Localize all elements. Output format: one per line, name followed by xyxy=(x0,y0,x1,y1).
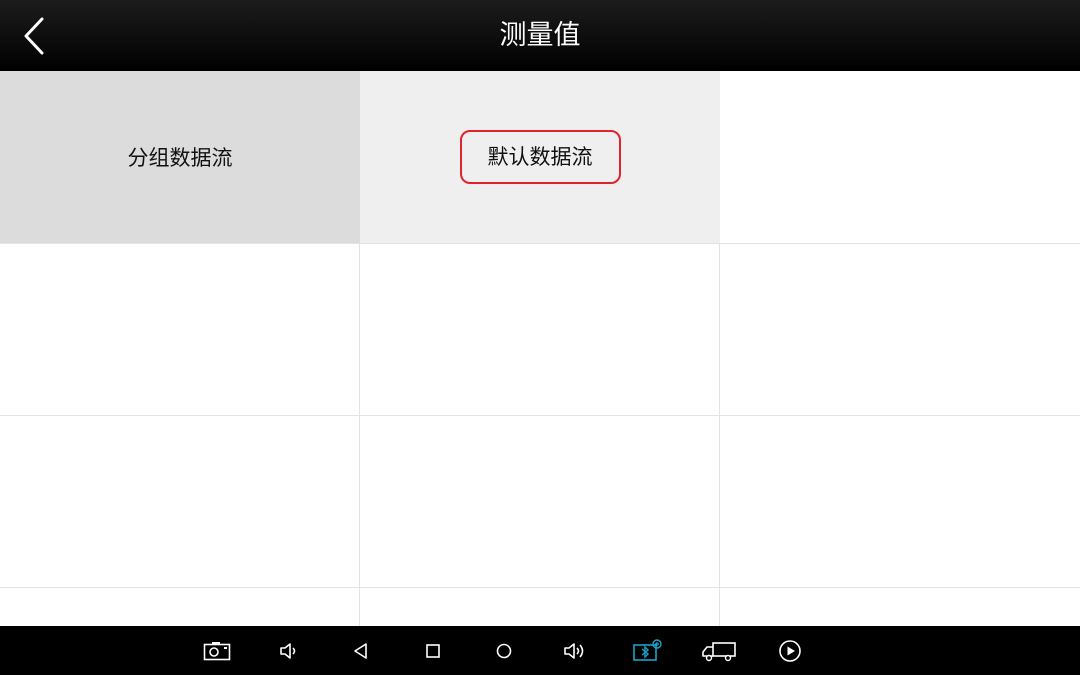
menu-item-empty xyxy=(720,244,1080,415)
menu-grid: 分组数据流 默认数据流 xyxy=(0,71,1080,626)
menu-item-empty xyxy=(360,588,720,626)
back-button[interactable] xyxy=(10,10,58,62)
chevron-left-icon xyxy=(24,17,44,55)
menu-item-empty xyxy=(360,244,720,415)
menu-item-label: 默认数据流 xyxy=(487,145,593,169)
back-triangle-icon xyxy=(354,642,367,659)
column-divider xyxy=(359,243,360,626)
nav-recent-button[interactable] xyxy=(484,626,524,675)
play-icon xyxy=(779,639,801,662)
screenshot-icon xyxy=(203,641,231,660)
vci-connection-button[interactable] xyxy=(627,626,667,675)
row-divider xyxy=(0,415,1080,416)
title-bar: 测量值 xyxy=(0,0,1080,71)
truck-icon xyxy=(702,641,736,661)
row-divider xyxy=(0,587,1080,588)
menu-item-empty xyxy=(0,416,360,587)
menu-item-grouped-data-stream[interactable]: 分组数据流 xyxy=(0,71,360,243)
play-button[interactable] xyxy=(770,626,810,675)
menu-item-label: 分组数据流 xyxy=(127,146,233,170)
system-nav-bar xyxy=(0,626,1080,675)
screenshot-button[interactable] xyxy=(197,626,237,675)
menu-item-empty xyxy=(0,588,360,626)
vehicle-button[interactable] xyxy=(699,626,739,675)
page-title: 测量值 xyxy=(499,20,581,51)
highlight-annotation: 默认数据流 xyxy=(459,130,621,184)
menu-item-default-data-stream[interactable]: 默认数据流 xyxy=(360,71,720,243)
volume-up-button[interactable] xyxy=(556,626,596,675)
menu-item-empty xyxy=(720,416,1080,587)
vci-bluetooth-icon xyxy=(633,638,662,661)
volume-up-icon xyxy=(564,642,584,659)
menu-item-empty xyxy=(0,244,360,415)
menu-item-empty xyxy=(360,416,720,587)
nav-home-button[interactable] xyxy=(413,626,453,675)
nav-back-button[interactable] xyxy=(341,626,381,675)
column-divider xyxy=(719,243,720,626)
menu-item-empty xyxy=(720,71,1080,243)
volume-down-button[interactable] xyxy=(270,626,310,675)
app-window: 测量值 分组数据流 默认数据流 xyxy=(0,0,1080,675)
row-divider xyxy=(0,243,1080,244)
recent-circle-icon xyxy=(496,643,512,658)
volume-down-icon xyxy=(280,642,296,659)
menu-item-empty xyxy=(720,588,1080,626)
home-square-icon xyxy=(426,643,440,658)
